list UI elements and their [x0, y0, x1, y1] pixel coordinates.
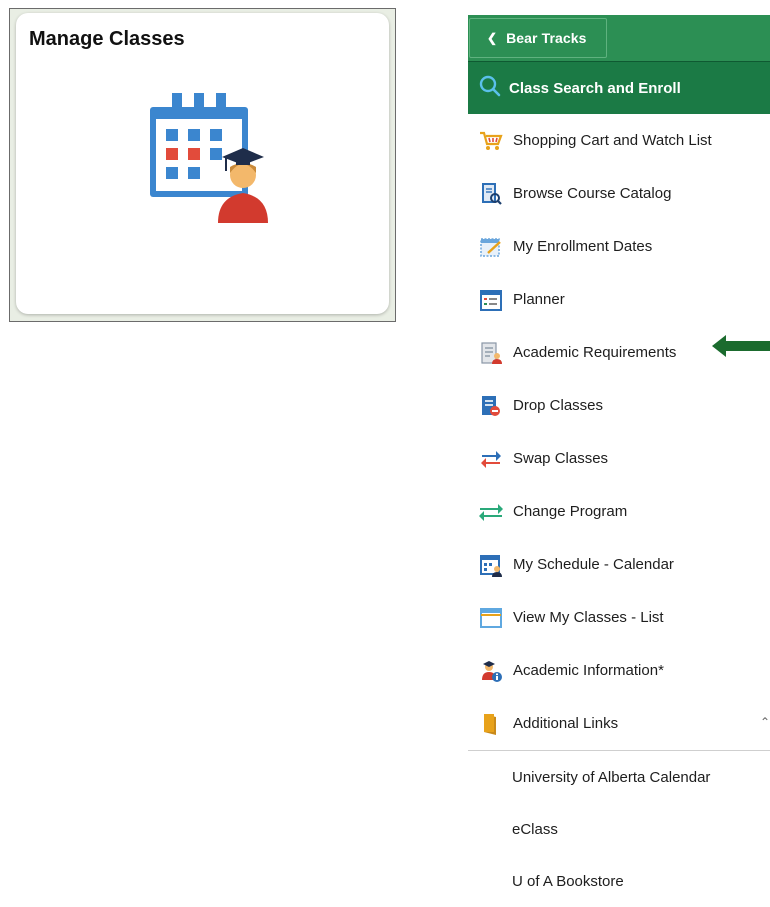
nav-item-enrollment-dates[interactable]: My Enrollment Dates — [468, 220, 770, 273]
nav-item-label: Academic Requirements — [513, 344, 677, 361]
chevron-left-icon: ❮ — [487, 31, 498, 45]
folder-icon — [478, 711, 504, 737]
nav-item-label: Academic Information* — [513, 662, 664, 679]
nav-item-swap-classes[interactable]: Swap Classes — [468, 432, 770, 485]
navigation-panel: ❮ Bear Tracks Class Search and Enroll Sh… — [468, 15, 770, 907]
shopping-cart-icon — [478, 128, 504, 154]
nav-item-label: Swap Classes — [513, 450, 609, 467]
class-search-enroll-item[interactable]: Class Search and Enroll — [468, 61, 770, 114]
planner-icon — [478, 287, 504, 313]
nav-item-label: Shopping Cart and Watch List — [513, 132, 712, 149]
nav-item-classes-list[interactable]: View My Classes - List — [468, 591, 770, 644]
sub-item-ualberta-calendar[interactable]: University of Alberta Calendar — [468, 751, 770, 803]
annotation-arrow-icon — [712, 335, 770, 362]
search-icon — [479, 75, 501, 102]
nav-item-schedule-calendar[interactable]: My Schedule - Calendar — [468, 538, 770, 591]
nav-item-planner[interactable]: Planner — [468, 273, 770, 326]
additional-links-submenu: University of Alberta Calendar eClass U … — [468, 751, 770, 907]
nav-list: Shopping Cart and Watch List Browse Cour… — [468, 114, 770, 751]
chevron-up-icon[interactable]: ⌃ — [760, 715, 770, 729]
nav-item-label: Browse Course Catalog — [513, 185, 672, 202]
nav-item-label: My Enrollment Dates — [513, 238, 653, 255]
nav-item-additional-links[interactable]: Additional Links ⌃ — [468, 697, 770, 751]
manage-classes-tile[interactable]: Manage Classes — [16, 13, 389, 314]
tile-title: Manage Classes — [29, 28, 185, 50]
nav-item-label: My Schedule - Calendar — [513, 556, 674, 573]
back-button[interactable]: ❮ Bear Tracks — [468, 15, 770, 61]
calendar-graduate-icon — [142, 93, 282, 228]
nav-item-label: Drop Classes — [513, 397, 604, 414]
search-label: Class Search and Enroll — [509, 79, 681, 97]
schedule-calendar-icon — [478, 552, 504, 578]
change-program-icon — [478, 499, 504, 525]
nav-item-label: View My Classes - List — [513, 609, 664, 626]
back-label: Bear Tracks — [506, 30, 587, 46]
nav-item-label: Change Program — [513, 503, 628, 520]
nav-item-label: Additional Links — [513, 715, 619, 732]
tile-frame: Manage Classes — [9, 8, 396, 322]
swap-classes-icon — [478, 446, 504, 472]
nav-item-browse-catalog[interactable]: Browse Course Catalog — [468, 167, 770, 220]
nav-item-change-program[interactable]: Change Program — [468, 485, 770, 538]
nav-item-shopping-cart[interactable]: Shopping Cart and Watch List — [468, 114, 770, 167]
catalog-icon — [478, 181, 504, 207]
academic-requirements-icon — [478, 340, 504, 366]
nav-item-academic-information[interactable]: Academic Information* — [468, 644, 770, 697]
academic-information-icon — [478, 658, 504, 684]
drop-classes-icon — [478, 393, 504, 419]
sub-item-bookstore[interactable]: U of A Bookstore — [468, 855, 770, 907]
nav-item-drop-classes[interactable]: Drop Classes — [468, 379, 770, 432]
enrollment-dates-icon — [478, 234, 504, 260]
classes-list-icon — [478, 605, 504, 631]
nav-item-label: Planner — [513, 291, 565, 308]
back-button-box: ❮ Bear Tracks — [469, 18, 607, 58]
sub-item-eclass[interactable]: eClass — [468, 803, 770, 855]
